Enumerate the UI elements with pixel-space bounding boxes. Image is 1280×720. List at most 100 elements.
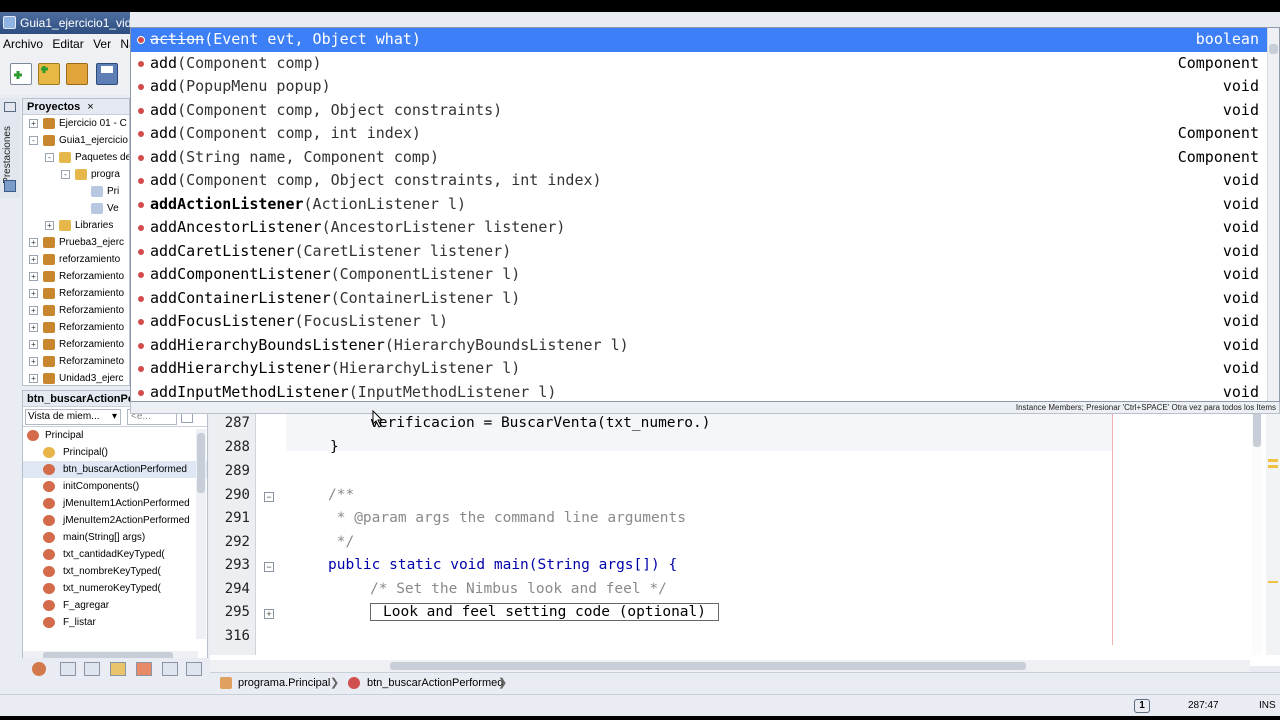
expand-icon[interactable]: +: [29, 340, 38, 349]
project-tree-item[interactable]: + Ejercicio 01 - C: [23, 115, 129, 132]
project-tree-item[interactable]: + Reforzamiento: [23, 268, 129, 285]
expand-icon[interactable]: +: [29, 289, 38, 298]
project-tree-item[interactable]: + Libraries: [23, 217, 129, 234]
breadcrumb-class[interactable]: programa.Principal: [238, 673, 330, 693]
expand-icon[interactable]: +: [29, 272, 38, 281]
expand-icon[interactable]: +: [29, 357, 38, 366]
completion-item[interactable]: add(Component comp) Component: [131, 52, 1269, 76]
collapse-fold-icon[interactable]: −: [264, 562, 274, 572]
completion-item[interactable]: addHierarchyListener(HierarchyListener l…: [131, 357, 1269, 381]
close-tab-icon[interactable]: ×: [87, 101, 93, 113]
project-tree-item[interactable]: Ve: [23, 200, 129, 217]
completion-item[interactable]: addHierarchyBoundsListener(HierarchyBoun…: [131, 334, 1269, 358]
navigator-member[interactable]: txt_cantidadKeyTyped(: [23, 546, 207, 563]
breadcrumb-method[interactable]: btn_buscarActionPerformed: [367, 673, 503, 693]
warning-mark[interactable]: [1268, 581, 1278, 583]
completion-item[interactable]: addCaretListener(CaretListener listener)…: [131, 240, 1269, 264]
project-tree-item[interactable]: + Reforzamiento: [23, 319, 129, 336]
folded-code-block[interactable]: Look and feel setting code (optional): [370, 603, 720, 621]
menu-navegar[interactable]: Nav: [117, 37, 130, 51]
open-project-icon[interactable]: [66, 63, 88, 85]
code-editor[interactable]: 287 288 289 290 291 292 293 294 295 316 verificac…: [210, 404, 1280, 666]
project-tree-item[interactable]: + Reforzamiento: [23, 302, 129, 319]
editor-scrollbar[interactable]: [1252, 405, 1262, 655]
expand-icon[interactable]: +: [29, 374, 38, 383]
navigator-member[interactable]: F_agregar: [23, 597, 207, 614]
completion-item[interactable]: add(Component comp, Object constraints) v…: [131, 99, 1269, 123]
navigator-member[interactable]: jMenuItem1ActionPerformed: [23, 495, 207, 512]
expand-icon[interactable]: +: [29, 119, 38, 128]
save-all-icon[interactable]: [96, 63, 118, 85]
completion-item[interactable]: add(Component comp, int index) Component: [131, 122, 1269, 146]
new-file-icon[interactable]: [10, 63, 32, 85]
project-tree-item[interactable]: - progra: [23, 166, 129, 183]
menu-archivo[interactable]: Archivo: [0, 37, 46, 51]
completion-item[interactable]: addActionListener(ActionListener l) void: [131, 193, 1269, 217]
view-members-select[interactable]: Vista de miem... ▾: [25, 409, 121, 425]
project-tree-item[interactable]: + Prueba3_ejerc: [23, 234, 129, 251]
completion-scrollbar[interactable]: [1267, 28, 1279, 401]
completion-item[interactable]: addInputMethodListener(InputMethodListen…: [131, 381, 1269, 402]
editor-hscrollbar[interactable]: [210, 660, 1250, 672]
completion-item[interactable]: addComponentListener(ComponentListener l…: [131, 263, 1269, 287]
collapse-icon[interactable]: -: [29, 136, 38, 145]
project-tree-item[interactable]: + Reforzamiento: [23, 285, 129, 302]
editor-scroll-thumb[interactable]: [1253, 411, 1261, 447]
navigator-member[interactable]: main(String[] args): [23, 529, 207, 546]
navigator-member[interactable]: btn_buscarActionPerformed: [23, 461, 207, 478]
project-tree-item[interactable]: + Reforzamiento: [23, 336, 129, 353]
completion-item[interactable]: add(PopupMenu popup) void: [131, 75, 1269, 99]
expand-icon[interactable]: +: [45, 221, 54, 230]
navigator-scrollbar-thumb[interactable]: [197, 433, 205, 493]
navigator-title[interactable]: btn_buscarActionPe: [27, 393, 134, 405]
services-tab[interactable]: Prestaciones: [2, 126, 13, 184]
collapse-icon[interactable]: -: [61, 170, 70, 179]
expand-icon[interactable]: +: [29, 255, 38, 264]
new-project-icon[interactable]: [38, 63, 60, 85]
collapse-fold-icon[interactable]: −: [264, 492, 274, 502]
notifications-icon[interactable]: 1: [1134, 699, 1150, 713]
navigator-member[interactable]: jMenuItem2ActionPerformed: [23, 512, 207, 529]
menu-editar[interactable]: Editar: [49, 37, 86, 51]
restore-window-icon[interactable]: [4, 102, 16, 112]
navigator-member[interactable]: txt_nombreKeyTyped(: [23, 563, 207, 580]
navigator-member[interactable]: Principal: [23, 427, 207, 444]
project-tree-item[interactable]: + Unidad3_ejerc: [23, 370, 129, 385]
project-tree-item[interactable]: + Reforzamineto: [23, 353, 129, 370]
project-tree-item[interactable]: Pri: [23, 183, 129, 200]
completion-scroll-thumb[interactable]: [1269, 44, 1278, 54]
project-tree-item[interactable]: + reforzamiento: [23, 251, 129, 268]
expand-icon[interactable]: +: [29, 238, 38, 247]
expand-fold-icon[interactable]: +: [264, 609, 274, 619]
project-tree-item[interactable]: - Paquetes de: [23, 149, 129, 166]
method-icon: [43, 617, 55, 628]
non-public-icon[interactable]: [136, 662, 152, 676]
navigator-member[interactable]: F_listar: [23, 614, 207, 631]
completion-item[interactable]: addFocusListener(FocusListener l) void: [131, 310, 1269, 334]
class-members-icon[interactable]: [32, 662, 46, 676]
collapse-icon[interactable]: -: [45, 153, 54, 162]
completion-item[interactable]: add(String name, Component comp) Componen…: [131, 146, 1269, 170]
static-icon[interactable]: [84, 662, 100, 676]
expand-icon[interactable]: +: [29, 306, 38, 315]
expand-icon[interactable]: +: [29, 323, 38, 332]
error-mark[interactable]: [1268, 465, 1278, 468]
menu-ver[interactable]: Ver: [90, 37, 114, 51]
navigator-scrollbar[interactable]: [196, 429, 206, 639]
fields-icon[interactable]: [60, 662, 76, 676]
completion-item[interactable]: action(Event evt, Object what) boolean: [131, 28, 1269, 52]
completion-item[interactable]: addAncestorListener(AncestorListener lis…: [131, 216, 1269, 240]
navigator-member[interactable]: Principal(): [23, 444, 207, 461]
error-mark[interactable]: [1268, 459, 1278, 462]
inherited-icon[interactable]: [110, 662, 126, 676]
completion-item[interactable]: add(Component comp, Object constraints, …: [131, 169, 1269, 193]
navigator-member[interactable]: txt_numeroKeyTyped(: [23, 580, 207, 597]
navigator-member[interactable]: initComponents(): [23, 478, 207, 495]
project-tree-item[interactable]: - Guia1_ejercicio: [23, 132, 129, 149]
sort-icon[interactable]: [162, 662, 178, 676]
javadoc-icon[interactable]: [186, 662, 202, 676]
services-icon[interactable]: [4, 180, 16, 192]
completion-item[interactable]: addContainerListener(ContainerListener l…: [131, 287, 1269, 311]
projects-title[interactable]: Proyectos: [27, 101, 80, 113]
editor-hscroll-thumb[interactable]: [390, 662, 1026, 670]
